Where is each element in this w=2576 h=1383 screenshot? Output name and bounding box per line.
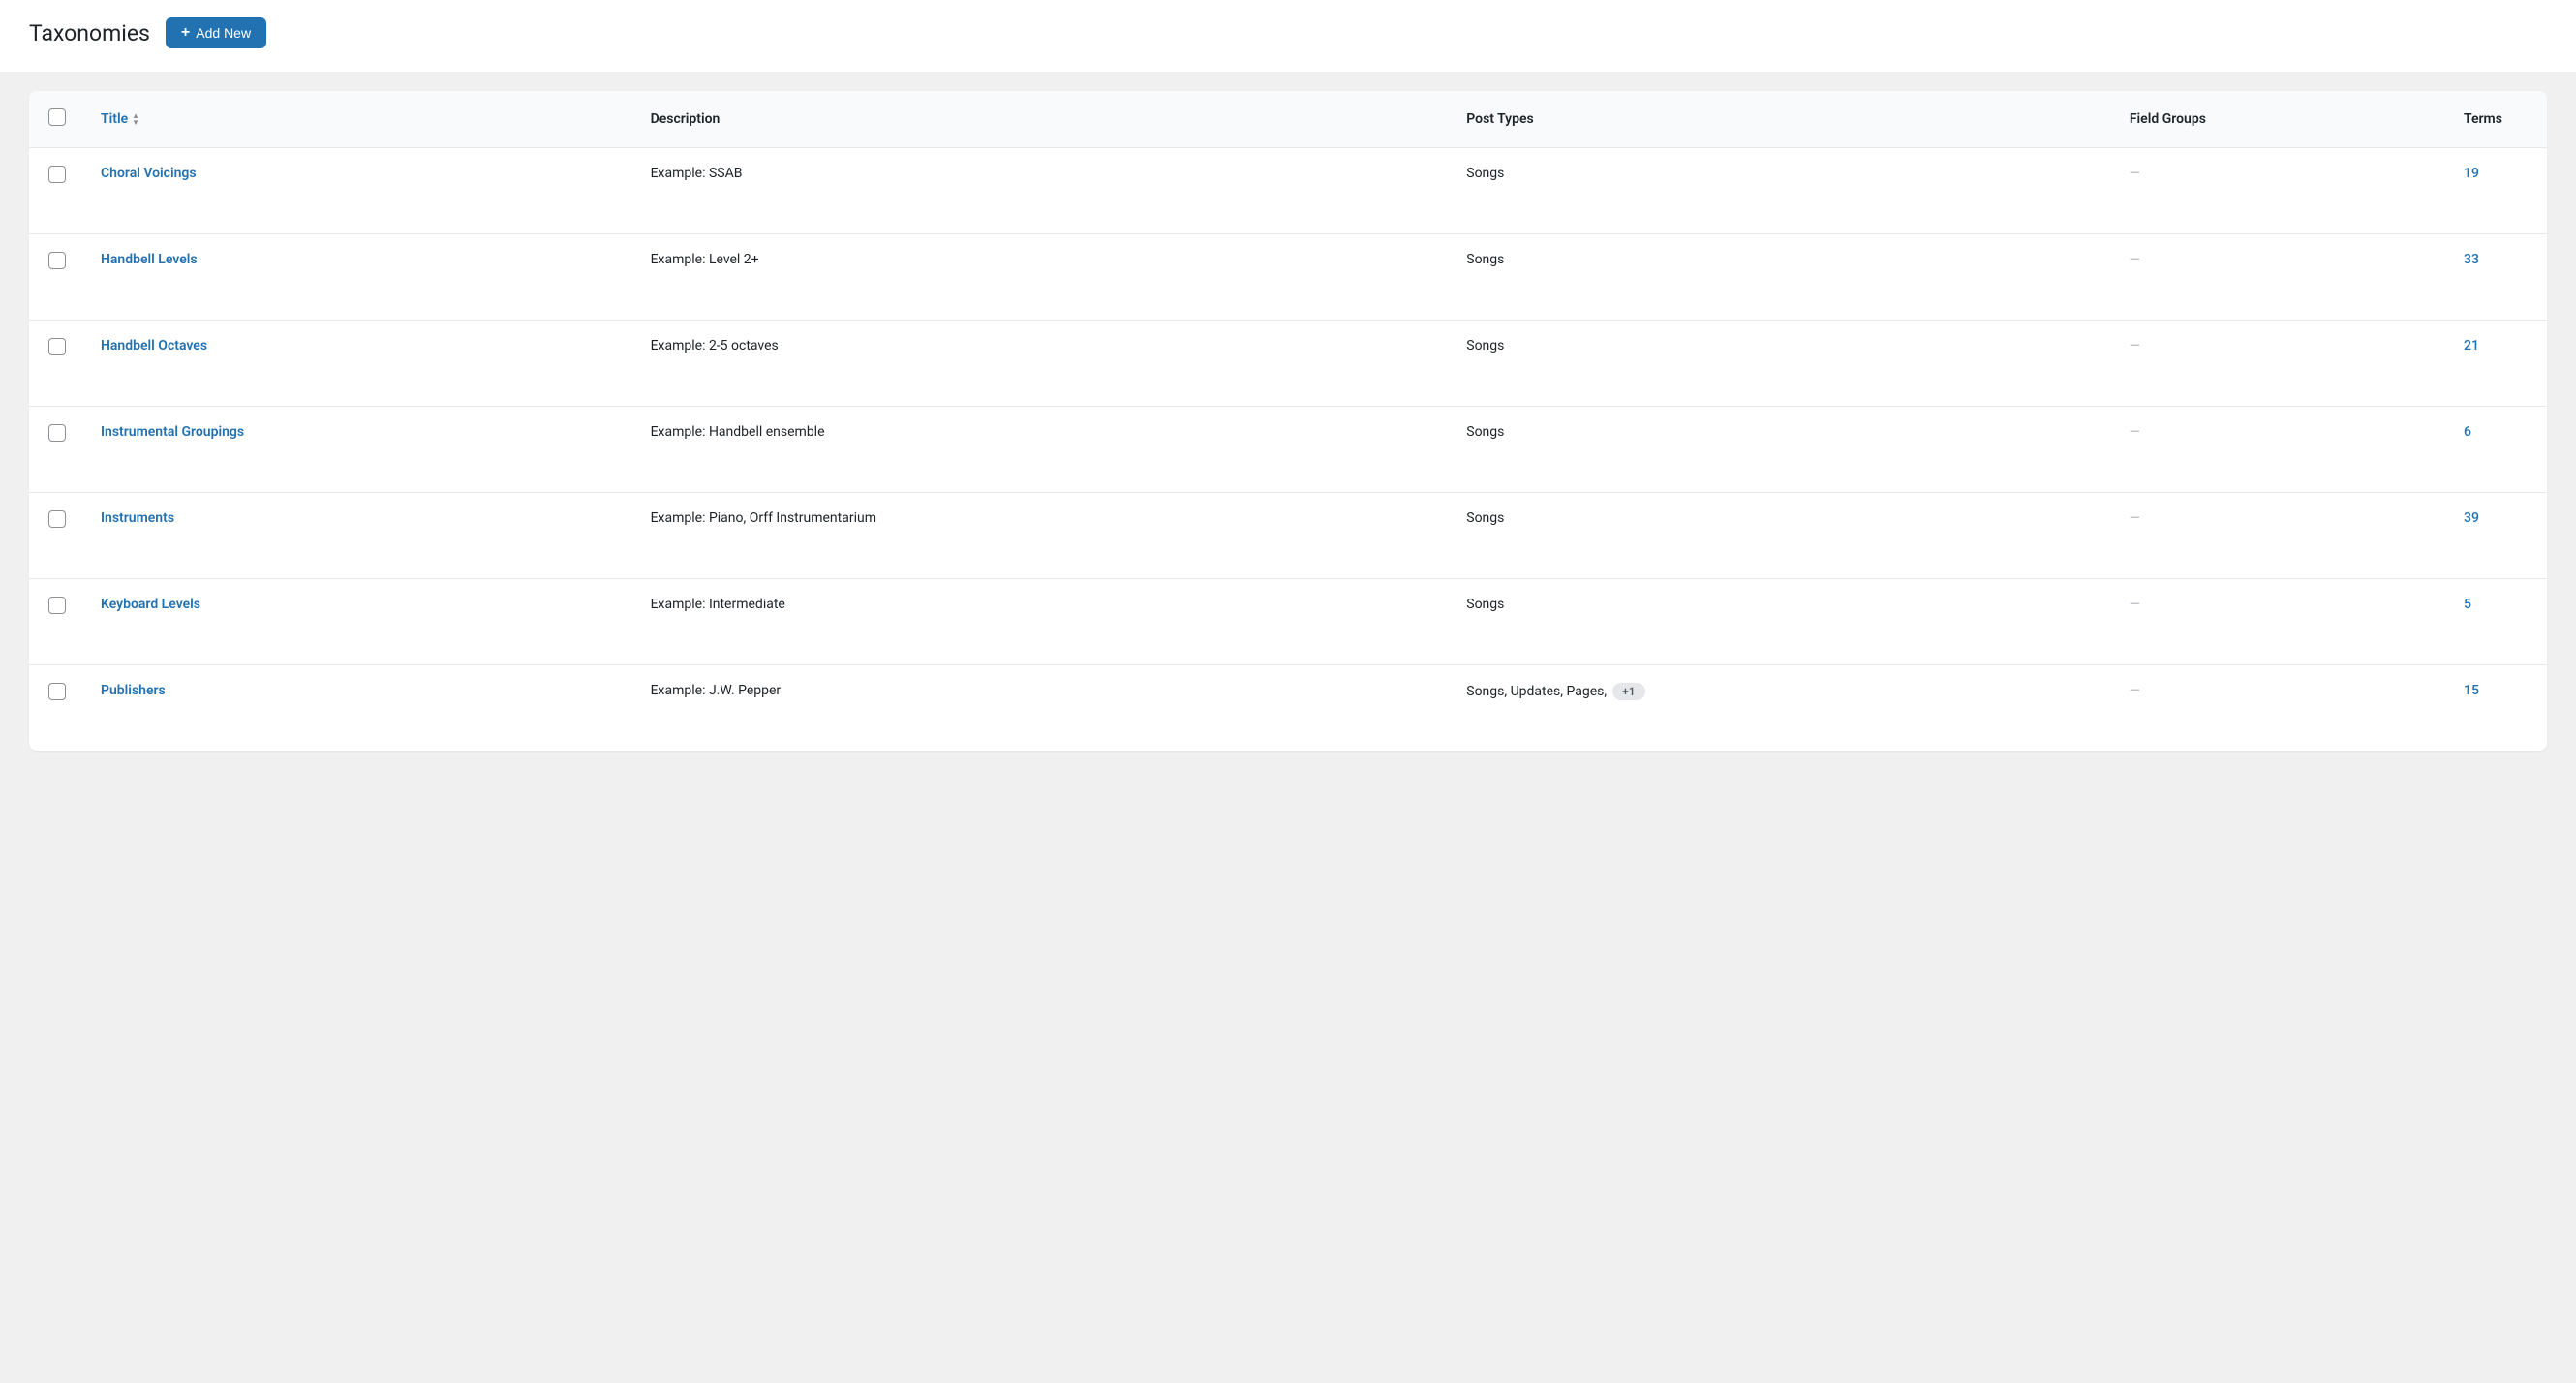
- table-header-row: Title ▲ ▼ Description Post Types Field G…: [29, 91, 2547, 148]
- row-post-types: Songs, Updates, Pages, +1: [1453, 665, 2116, 752]
- column-title[interactable]: Title ▲ ▼: [87, 91, 637, 148]
- row-checkbox-cell: [29, 579, 87, 665]
- row-checkbox[interactable]: [48, 510, 66, 528]
- select-all-header: [29, 91, 87, 148]
- row-checkbox[interactable]: [48, 166, 66, 183]
- taxonomy-table-container: Title ▲ ▼ Description Post Types Field G…: [29, 91, 2547, 751]
- post-types-text: Songs: [1466, 338, 1504, 353]
- row-checkbox-cell: [29, 407, 87, 493]
- row-field-groups: —: [2116, 579, 2450, 665]
- row-post-types: Songs: [1453, 148, 2116, 234]
- table-row: Handbell Levels Example: Level 2+ Songs — 33: [29, 234, 2547, 321]
- row-terms: 6: [2450, 407, 2547, 493]
- post-types-text: Songs: [1466, 424, 1504, 440]
- row-post-types: Songs: [1453, 579, 2116, 665]
- table-row: Choral Voicings Example: SSAB Songs — 19: [29, 148, 2547, 234]
- row-checkbox-cell: [29, 493, 87, 579]
- row-post-types: Songs: [1453, 407, 2116, 493]
- column-post-types: Post Types: [1453, 91, 2116, 148]
- row-title-cell: Instrumental Groupings: [87, 407, 637, 493]
- post-types-text: Songs, Updates, Pages,: [1466, 684, 1607, 699]
- table-row: Instruments Example: Piano, Orff Instrume…: [29, 493, 2547, 579]
- row-checkbox[interactable]: [48, 683, 66, 700]
- row-post-types: Songs: [1453, 234, 2116, 321]
- sort-icon: ▲ ▼: [132, 113, 139, 126]
- terms-count-link[interactable]: 21: [2464, 338, 2479, 353]
- page-title: Taxonomies: [29, 20, 150, 46]
- row-title-cell: Publishers: [87, 665, 637, 752]
- table-row: Handbell Octaves Example: 2-5 octaves Song…: [29, 321, 2547, 407]
- row-title-cell: Instruments: [87, 493, 637, 579]
- row-description: Example: 2-5 octaves: [637, 321, 1454, 407]
- column-terms: Terms: [2450, 91, 2547, 148]
- row-description: Example: Level 2+: [637, 234, 1454, 321]
- row-description: Example: J.W. Pepper: [637, 665, 1454, 752]
- row-description: Example: Intermediate: [637, 579, 1454, 665]
- taxonomy-title-link[interactable]: Choral Voicings: [101, 166, 197, 181]
- add-new-button[interactable]: + Add New: [166, 17, 266, 48]
- terms-count-link[interactable]: 15: [2464, 683, 2479, 698]
- row-terms: 39: [2450, 493, 2547, 579]
- row-title-cell: Handbell Levels: [87, 234, 637, 321]
- taxonomy-table: Title ▲ ▼ Description Post Types Field G…: [29, 91, 2547, 751]
- row-field-groups: —: [2116, 407, 2450, 493]
- row-title-cell: Keyboard Levels: [87, 579, 637, 665]
- row-field-groups: —: [2116, 148, 2450, 234]
- taxonomy-title-link[interactable]: Publishers: [101, 683, 166, 698]
- row-terms: 15: [2450, 665, 2547, 752]
- row-checkbox-cell: [29, 665, 87, 752]
- select-all-checkbox[interactable]: [48, 108, 66, 126]
- post-types-more-badge[interactable]: +1: [1612, 683, 1644, 700]
- row-title-cell: Choral Voicings: [87, 148, 637, 234]
- content-area: Title ▲ ▼ Description Post Types Field G…: [0, 72, 2576, 1383]
- column-description: Description: [637, 91, 1454, 148]
- terms-count-link[interactable]: 6: [2464, 424, 2471, 440]
- post-types-text: Songs: [1466, 597, 1504, 612]
- row-terms: 19: [2450, 148, 2547, 234]
- taxonomy-title-link[interactable]: Handbell Levels: [101, 252, 198, 267]
- post-types-text: Songs: [1466, 166, 1504, 181]
- row-checkbox[interactable]: [48, 597, 66, 614]
- row-title-cell: Handbell Octaves: [87, 321, 637, 407]
- table-row: Keyboard Levels Example: Intermediate Song…: [29, 579, 2547, 665]
- terms-count-link[interactable]: 5: [2464, 597, 2471, 612]
- taxonomy-title-link[interactable]: Handbell Octaves: [101, 338, 207, 353]
- page-header: Taxonomies + Add New: [0, 0, 2576, 72]
- row-checkbox[interactable]: [48, 252, 66, 269]
- terms-count-link[interactable]: 39: [2464, 510, 2479, 526]
- row-field-groups: —: [2116, 234, 2450, 321]
- row-field-groups: —: [2116, 321, 2450, 407]
- row-checkbox-cell: [29, 148, 87, 234]
- column-field-groups: Field Groups: [2116, 91, 2450, 148]
- row-checkbox[interactable]: [48, 338, 66, 355]
- row-terms: 33: [2450, 234, 2547, 321]
- row-description: Example: Piano, Orff Instrumentarium: [637, 493, 1454, 579]
- taxonomy-title-link[interactable]: Instrumental Groupings: [101, 424, 244, 440]
- terms-count-link[interactable]: 33: [2464, 252, 2479, 267]
- table-row: Instrumental Groupings Example: Handbell …: [29, 407, 2547, 493]
- row-description: Example: Handbell ensemble: [637, 407, 1454, 493]
- plus-icon: +: [181, 25, 190, 41]
- taxonomy-title-link[interactable]: Keyboard Levels: [101, 597, 200, 612]
- row-field-groups: —: [2116, 493, 2450, 579]
- row-description: Example: SSAB: [637, 148, 1454, 234]
- table-row: PublishersExample: J.W. PepperSongs, Upd…: [29, 665, 2547, 752]
- row-field-groups: —: [2116, 665, 2450, 752]
- add-new-label: Add New: [196, 25, 251, 41]
- row-terms: 5: [2450, 579, 2547, 665]
- row-terms: 21: [2450, 321, 2547, 407]
- row-post-types: Songs: [1453, 493, 2116, 579]
- post-types-text: Songs: [1466, 510, 1504, 526]
- row-post-types: Songs: [1453, 321, 2116, 407]
- taxonomy-title-link[interactable]: Instruments: [101, 510, 174, 526]
- row-checkbox[interactable]: [48, 424, 66, 442]
- post-types-text: Songs: [1466, 252, 1504, 267]
- row-checkbox-cell: [29, 321, 87, 407]
- row-checkbox-cell: [29, 234, 87, 321]
- terms-count-link[interactable]: 19: [2464, 166, 2479, 181]
